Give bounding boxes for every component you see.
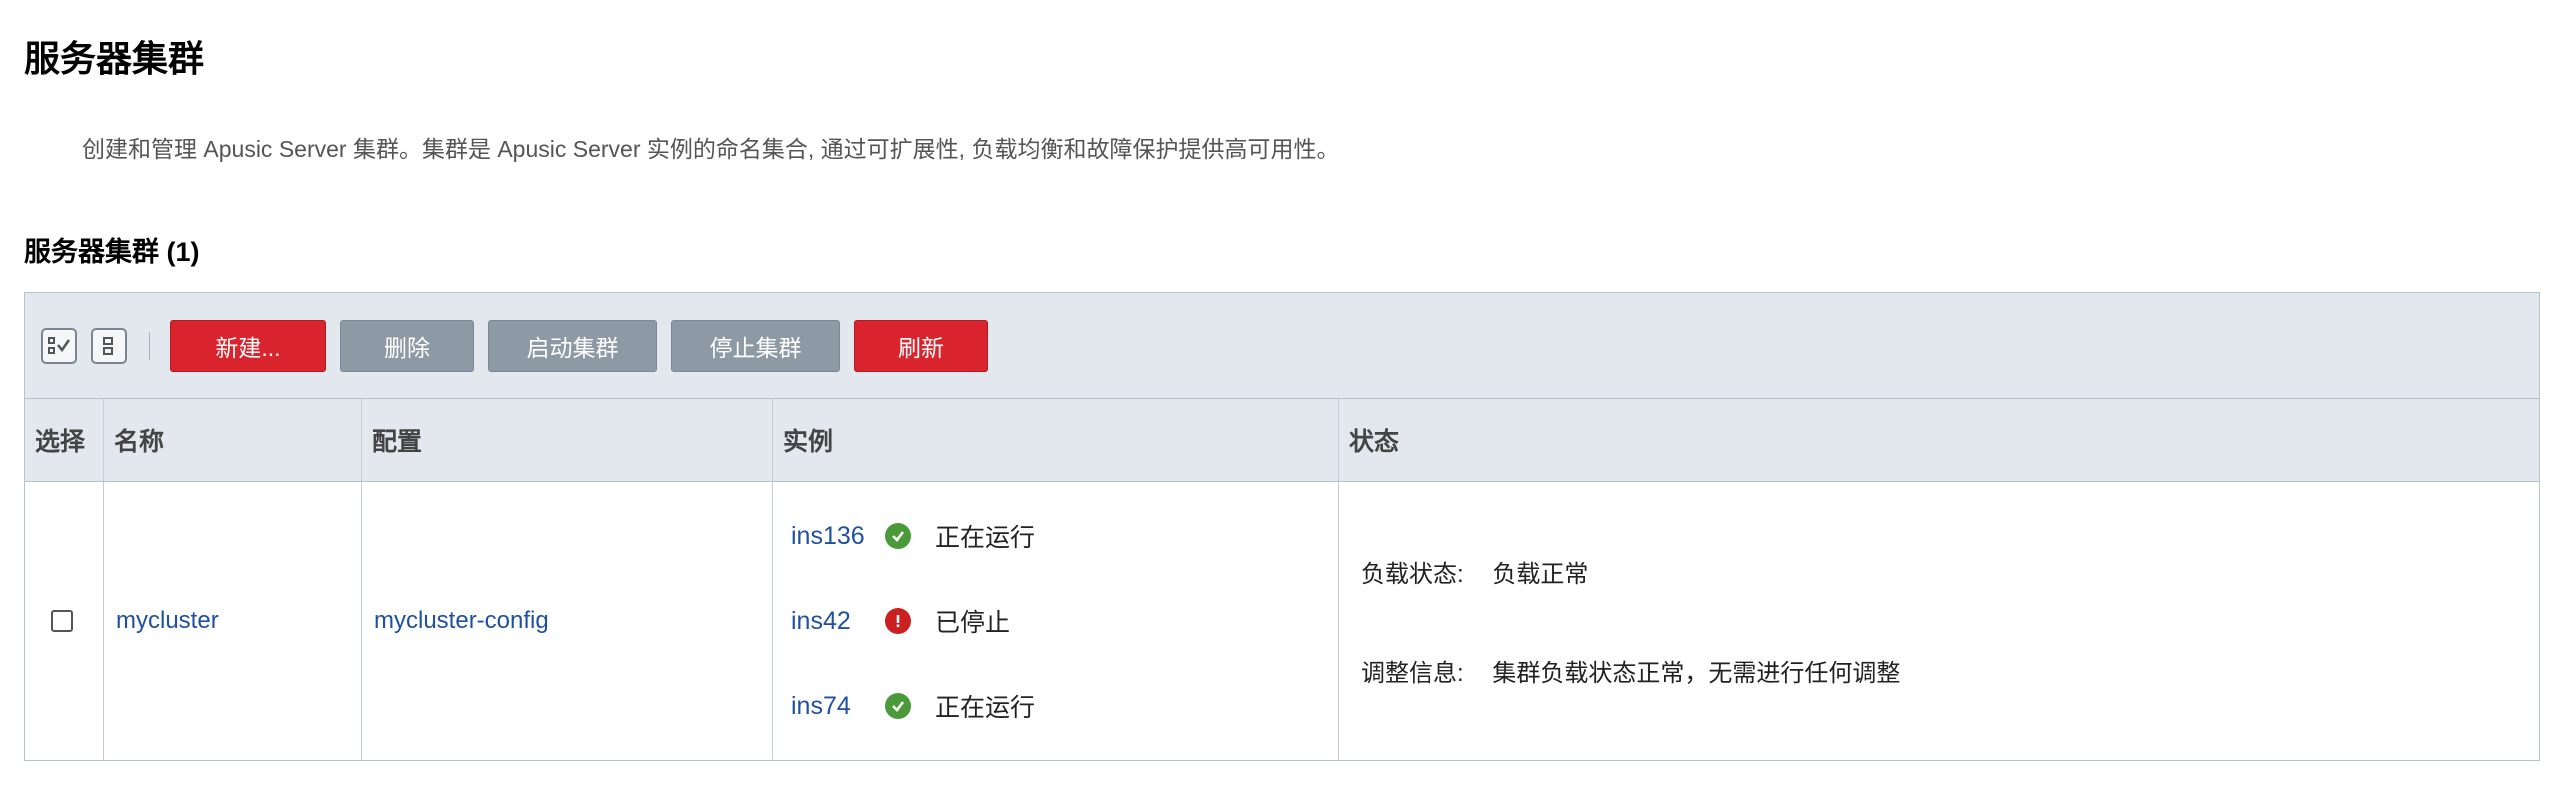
page-title: 服务器集群 — [24, 38, 205, 79]
column-header-config[interactable]: 配置 — [362, 399, 773, 481]
instance-item: ins74 正在运行 — [791, 686, 1035, 726]
table-row: mycluster mycluster-config ins136 正在运行 i… — [25, 482, 2539, 760]
refresh-button[interactable]: 刷新 — [854, 319, 988, 372]
ok-icon — [885, 693, 911, 719]
instance-item: ins42 已停止 — [791, 601, 1035, 641]
row-checkbox[interactable] — [51, 610, 73, 632]
new-button[interactable]: 新建... — [170, 319, 326, 372]
select-cell — [25, 482, 104, 760]
cluster-name-link[interactable]: mycluster — [116, 607, 219, 635]
instance-link[interactable]: ins42 — [791, 607, 881, 636]
select-all-icon[interactable] — [41, 327, 77, 364]
error-icon — [885, 608, 911, 634]
cluster-table: 新建... 删除 启动集群 停止集群 刷新 选择 名称 配置 实例 状态 myc… — [24, 292, 2540, 761]
adjust-info-label: 调整信息: — [1361, 660, 1464, 687]
instance-link[interactable]: ins136 — [791, 522, 881, 551]
ok-icon — [885, 523, 911, 549]
table-toolbar: 新建... 删除 启动集群 停止集群 刷新 — [25, 293, 2539, 399]
status-cell: 负载状态: 负载正常 调整信息: 集群负载状态正常，无需进行任何调整 — [1339, 482, 2539, 760]
instance-item: ins136 正在运行 — [791, 516, 1035, 556]
config-cell: mycluster-config — [362, 482, 773, 760]
instance-list: ins136 正在运行 ins42 已停止 ins74 正在运行 — [785, 516, 1035, 726]
instance-status: 正在运行 — [935, 694, 1036, 722]
column-header-name[interactable]: 名称 — [104, 399, 362, 481]
adjust-info-value: 集群负载状态正常，无需进行任何调整 — [1492, 660, 1901, 687]
instance-status: 已停止 — [935, 609, 1011, 637]
delete-button[interactable]: 删除 — [340, 319, 474, 372]
load-status-value: 负载正常 — [1492, 561, 1589, 588]
load-status-label: 负载状态: — [1361, 561, 1464, 588]
column-header-select[interactable]: 选择 — [25, 399, 104, 481]
deselect-all-icon[interactable] — [91, 327, 127, 364]
adjust-info: 调整信息: 集群负载状态正常，无需进行任何调整 — [1361, 653, 1900, 688]
instances-cell: ins136 正在运行 ins42 已停止 ins74 正在运行 — [773, 482, 1339, 760]
stop-cluster-button[interactable]: 停止集群 — [671, 319, 840, 372]
column-header-instances[interactable]: 实例 — [773, 399, 1339, 481]
page: 服务器集群 创建和管理 Apusic Server 集群。集群是 Apusic … — [0, 0, 2560, 787]
load-status: 负载状态: 负载正常 — [1361, 554, 1900, 589]
table-header: 选择 名称 配置 实例 状态 — [25, 399, 2539, 482]
start-cluster-button[interactable]: 启动集群 — [488, 319, 657, 372]
column-header-status[interactable]: 状态 — [1339, 399, 2539, 481]
instance-status: 正在运行 — [935, 524, 1036, 552]
page-description: 创建和管理 Apusic Server 集群。集群是 Apusic Server… — [82, 136, 1340, 162]
name-cell: mycluster — [104, 482, 362, 760]
status-info: 负载状态: 负载正常 调整信息: 集群负载状态正常，无需进行任何调整 — [1351, 482, 1900, 760]
cluster-config-link[interactable]: mycluster-config — [374, 607, 549, 635]
instance-link[interactable]: ins74 — [791, 692, 881, 721]
toolbar-divider — [149, 331, 150, 360]
section-title: 服务器集群 (1) — [24, 237, 200, 267]
